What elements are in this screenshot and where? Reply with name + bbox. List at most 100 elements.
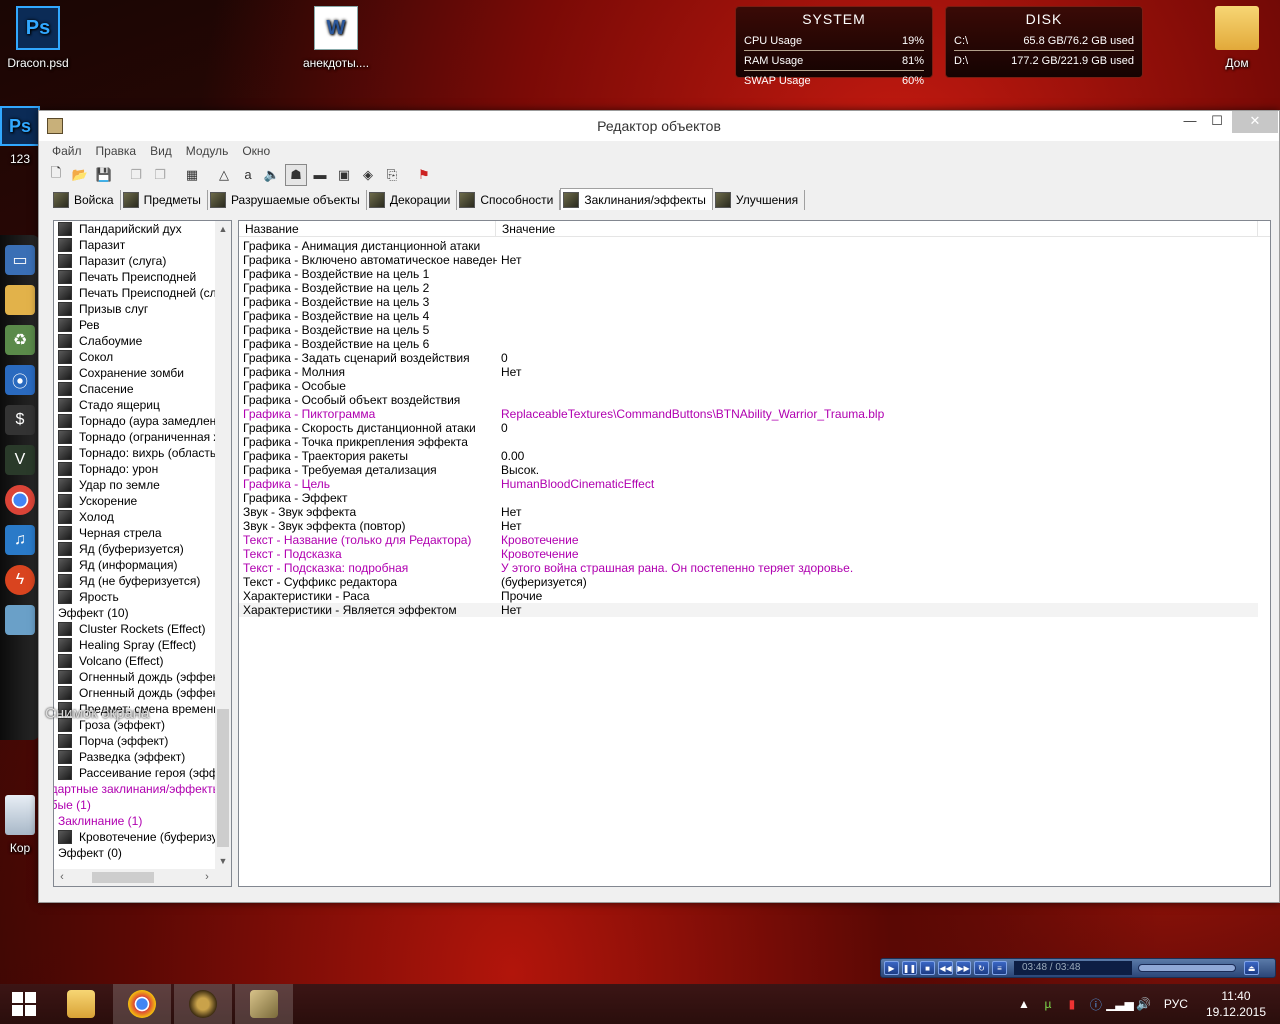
taskbar-explorer[interactable] — [52, 984, 110, 1024]
tab-buffs-effects[interactable]: Заклинания/эффекты — [560, 188, 713, 210]
open-folder-icon[interactable]: 📂 — [69, 164, 91, 186]
tree-item[interactable]: Яд (не буферизуется) — [54, 573, 215, 589]
tree-vertical-scrollbar[interactable]: ▲ ▼ — [215, 221, 231, 869]
tree-item[interactable]: Спасение — [54, 381, 215, 397]
property-row[interactable]: Графика - Цель HumanBloodCinematicEffect — [239, 477, 1270, 491]
tab-abilities[interactable]: Способности — [457, 190, 561, 210]
tree-group[interactable]: Эффект (10) — [54, 605, 215, 621]
tree-item[interactable]: Удар по земле — [54, 477, 215, 493]
property-row[interactable]: Текст - Подсказка: подробная У этого войн… — [239, 561, 1270, 575]
maximize-button[interactable]: ☐ — [1203, 111, 1231, 133]
tree-item[interactable]: Яд (информация) — [54, 557, 215, 573]
stop-icon[interactable]: ■ — [920, 961, 935, 975]
property-value[interactable] — [497, 267, 501, 281]
property-row[interactable]: Графика - Молния Нет — [239, 365, 1270, 379]
network-signal-icon[interactable]: ▁▃▅ — [1106, 996, 1134, 1012]
desktop-icon-anekdoty[interactable]: W анекдоты.... — [298, 6, 374, 70]
tree-item[interactable]: Cluster Rockets (Effect) — [54, 621, 215, 637]
tree-group[interactable]: Эффект (0) — [54, 845, 215, 861]
column-header-name[interactable]: Название — [239, 221, 496, 236]
property-row[interactable]: Графика - Скорость дистанционной атаки 0 — [239, 421, 1270, 435]
property-row[interactable]: Графика - Воздействие на цель 6 — [239, 337, 1270, 351]
tree-item[interactable]: Печать Преисподней — [54, 269, 215, 285]
property-row[interactable]: Графика - Анимация дистанционной атаки — [239, 239, 1270, 253]
script-icon[interactable]: ⎘ — [381, 164, 403, 186]
property-row[interactable]: Графика - Особый объект воздействия — [239, 393, 1270, 407]
property-row[interactable]: Характеристики - Является эффектом Нет — [239, 603, 1258, 617]
tree-item[interactable]: Кровотечение (буферизуетс — [54, 829, 215, 845]
property-row[interactable]: Текст - Суффикс редактора (буферизуется) — [239, 575, 1270, 589]
property-value[interactable]: Нет — [497, 603, 521, 617]
chrome-icon[interactable] — [5, 485, 35, 515]
property-row[interactable]: Графика - Воздействие на цель 1 — [239, 267, 1270, 281]
tree-item[interactable]: Healing Spray (Effect) — [54, 637, 215, 653]
show-hidden-icons-icon[interactable]: ▲ — [1016, 996, 1032, 1012]
folder-icon[interactable] — [5, 285, 35, 315]
clock[interactable]: 11:40 19.12.2015 — [1206, 988, 1266, 1020]
pause-icon[interactable]: ❚❚ — [902, 961, 917, 975]
start-button[interactable] — [0, 984, 48, 1024]
playlist-icon[interactable]: ≡ — [992, 961, 1007, 975]
property-value[interactable]: Кровотечение — [497, 533, 579, 547]
ai-editor-icon[interactable]: ▣ — [333, 164, 355, 186]
property-value[interactable]: HumanBloodCinematicEffect — [497, 477, 654, 491]
menu-window[interactable]: Окно — [235, 144, 277, 158]
tree-item[interactable]: Печать Преисподней (слуга — [54, 285, 215, 301]
property-value[interactable] — [497, 393, 501, 407]
tree-item[interactable]: Сохранение зомби — [54, 365, 215, 381]
utorrent-icon[interactable]: µ — [1040, 996, 1056, 1012]
property-value[interactable]: (буферизуется) — [497, 575, 587, 589]
terrain-editor-icon[interactable]: ▦ — [181, 164, 203, 186]
object-editor-icon[interactable]: ☗ — [285, 163, 307, 186]
property-row[interactable]: Графика - Включено автоматическое наведе… — [239, 253, 1270, 267]
property-value[interactable] — [497, 281, 501, 295]
title-bar[interactable]: Редактор объектов — ☐ ✕ — [39, 111, 1279, 141]
property-row[interactable]: Графика - Особые — [239, 379, 1270, 393]
trigger-editor-icon[interactable]: △ — [213, 164, 235, 186]
property-value[interactable] — [497, 309, 501, 323]
taskbar-world-editor[interactable] — [235, 984, 293, 1024]
tree-item[interactable]: Volcano (Effect) — [54, 653, 215, 669]
computer-icon[interactable]: ▭ — [5, 245, 35, 275]
property-value[interactable]: Нет — [497, 505, 521, 519]
minimize-button[interactable]: — — [1176, 111, 1204, 133]
property-value[interactable]: 0 — [497, 351, 508, 365]
property-row[interactable]: Графика - Требуемая детализация Высок. — [239, 463, 1270, 477]
tree-item[interactable]: Сокол — [54, 349, 215, 365]
import-manager-icon[interactable]: ◈ — [357, 164, 379, 186]
tab-units[interactable]: Войска — [51, 190, 121, 210]
next-icon[interactable]: ▶▶ — [956, 961, 971, 975]
stats-icon[interactable]: ▮ — [1064, 996, 1080, 1012]
save-icon[interactable]: 💾 — [93, 164, 115, 186]
scroll-thumb[interactable] — [217, 709, 229, 847]
tree-item[interactable]: Призыв слуг — [54, 301, 215, 317]
property-value[interactable]: Высок. — [497, 463, 539, 477]
tree-item[interactable]: Рассеивание героя (эффек — [54, 765, 215, 781]
desktop-icon-dracon[interactable]: Ps Dracon.psd — [0, 6, 76, 70]
tab-doodads[interactable]: Декорации — [367, 190, 458, 210]
tab-items[interactable]: Предметы — [121, 190, 208, 210]
tree-item[interactable]: Паразит (слуга) — [54, 253, 215, 269]
column-header-value[interactable]: Значение — [496, 221, 1258, 236]
volume-slider[interactable] — [1138, 964, 1236, 972]
tree-item[interactable]: Разведка (эффект) — [54, 749, 215, 765]
scroll-left-icon[interactable]: ‹ — [54, 869, 70, 886]
property-value[interactable]: 0 — [497, 421, 508, 435]
tree-item[interactable]: Ускорение — [54, 493, 215, 509]
test-map-icon[interactable]: ⚑ — [413, 164, 435, 186]
scroll-up-icon[interactable]: ▲ — [215, 221, 231, 237]
sound-editor-icon[interactable]: 🔈 — [261, 164, 283, 186]
info-icon[interactable]: ⓘ — [1088, 996, 1104, 1012]
property-value[interactable]: Кровотечение — [497, 547, 579, 561]
tree-item[interactable]: Рев — [54, 317, 215, 333]
scroll-thumb[interactable] — [92, 872, 154, 883]
property-row[interactable]: Графика - Траектория ракеты 0.00 — [239, 449, 1270, 463]
property-value[interactable]: Нет — [497, 253, 521, 267]
property-value[interactable]: Прочие — [497, 589, 542, 603]
tab-destructibles[interactable]: Разрушаемые объекты — [208, 190, 367, 210]
property-value[interactable]: 0.00 — [497, 449, 524, 463]
property-value[interactable] — [497, 337, 501, 351]
dollar-icon[interactable]: $ — [5, 405, 35, 435]
taskbar-warcraft[interactable] — [174, 984, 232, 1024]
desktop-icon-123[interactable]: Ps 123 — [0, 106, 40, 166]
